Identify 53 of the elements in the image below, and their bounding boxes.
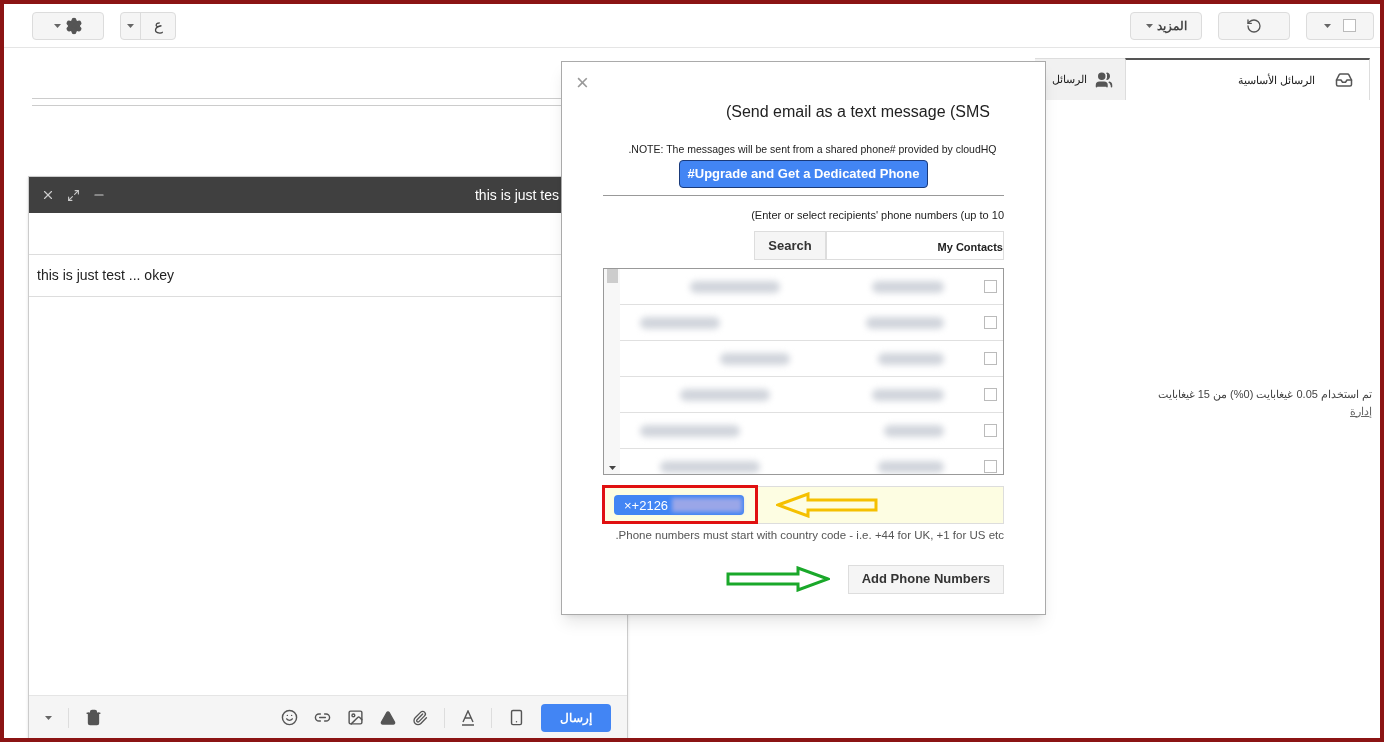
note-text: .NOTE: The messages will be sent from a shared phone# provided by cloudHQ bbox=[627, 142, 997, 157]
caret-icon bbox=[1324, 23, 1331, 28]
drive-icon[interactable] bbox=[380, 709, 396, 726]
emoji-icon[interactable] bbox=[281, 709, 298, 726]
contact-checkbox[interactable] bbox=[984, 388, 997, 402]
caret-icon bbox=[1145, 23, 1153, 28]
phone-icon[interactable] bbox=[508, 709, 525, 726]
expand-icon[interactable] bbox=[67, 188, 80, 202]
contact-checkbox[interactable] bbox=[984, 316, 997, 330]
upgrade-button[interactable]: #Upgrade and Get a Dedicated Phone bbox=[678, 159, 929, 188]
blurred-text bbox=[878, 352, 944, 365]
text-format-icon[interactable] bbox=[461, 709, 475, 726]
hint-text: .Phone numbers must start with country code - i.e. +44 for UK, +1 for US etc bbox=[615, 528, 1004, 544]
blurred-text bbox=[720, 352, 790, 365]
caret-icon bbox=[53, 23, 61, 28]
more-button[interactable]: المزيد bbox=[1130, 11, 1202, 40]
refresh-icon bbox=[1246, 17, 1262, 34]
blurred-text bbox=[672, 498, 743, 513]
blurred-text bbox=[872, 388, 944, 401]
phone-chip[interactable]: ×+2126 bbox=[614, 495, 744, 516]
contact-checkbox[interactable] bbox=[984, 280, 997, 294]
scroll-down-icon[interactable] bbox=[608, 466, 616, 471]
send-button[interactable]: إرسال bbox=[541, 703, 611, 732]
contact-checkbox[interactable] bbox=[984, 424, 997, 438]
select-checkbox[interactable] bbox=[1343, 19, 1356, 32]
scrollbar[interactable] bbox=[604, 269, 620, 475]
refresh-button[interactable] bbox=[1218, 11, 1290, 40]
search-button[interactable]: Search bbox=[754, 231, 826, 261]
blurred-text bbox=[878, 460, 944, 473]
people-icon bbox=[1095, 70, 1113, 89]
contacts-field[interactable]: My Contacts bbox=[826, 231, 1004, 261]
instructions-text: (Enter or select recipients' phone numbers (up to 10 bbox=[751, 207, 1004, 223]
manage-link[interactable]: إدارة bbox=[1157, 402, 1372, 419]
settings-icon bbox=[64, 16, 83, 35]
settings-button[interactable] bbox=[32, 11, 104, 40]
select-button[interactable] bbox=[1306, 11, 1374, 40]
trash-icon[interactable] bbox=[85, 709, 102, 726]
blurred-text bbox=[884, 424, 944, 437]
compose-title: this is just tes bbox=[474, 185, 559, 205]
phone-numbers-field[interactable]: ×+2126 bbox=[603, 486, 1004, 525]
blurred-text bbox=[872, 280, 944, 293]
more-options-icon bbox=[45, 715, 52, 720]
contact-checkbox[interactable] bbox=[984, 352, 997, 366]
paperclip-icon[interactable] bbox=[412, 709, 428, 726]
close-icon[interactable] bbox=[41, 188, 55, 202]
add-phone-numbers-button[interactable]: Add Phone Numbers bbox=[848, 564, 1004, 594]
caret-icon bbox=[127, 23, 134, 28]
image-icon[interactable] bbox=[347, 709, 364, 726]
contact-checkbox[interactable] bbox=[984, 460, 997, 474]
storage-usage-text: تم استخدام 0.05 غيغابايت (0%) من 15 غيغابايت bbox=[1157, 387, 1372, 403]
dialog-title: (Send email as a text message (SMS bbox=[725, 102, 990, 122]
category-tab[interactable]: الرسائل الأساسية bbox=[1125, 58, 1370, 100]
inbox-icon bbox=[1335, 71, 1353, 89]
